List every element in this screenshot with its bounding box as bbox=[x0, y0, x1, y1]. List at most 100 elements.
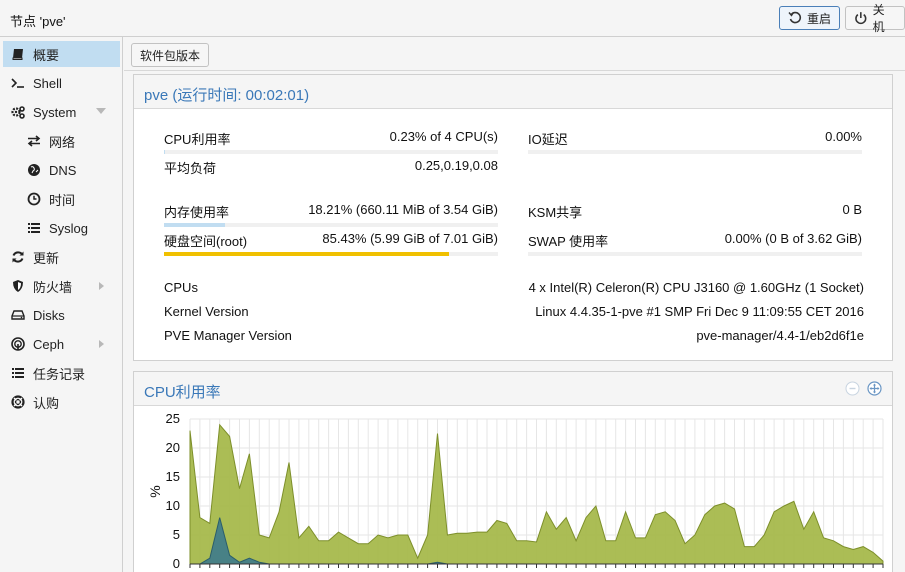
cogs-icon bbox=[11, 106, 25, 119]
kernel-version-label: Kernel Version bbox=[164, 304, 249, 319]
load-average-value: 0.25,0.19,0.08 bbox=[414, 158, 498, 173]
cpu-usage-row: CPU利用率 0.23% of 4 CPU(s) bbox=[164, 129, 498, 155]
restore-zoom-icon[interactable] bbox=[867, 381, 882, 396]
cpus-label: CPUs bbox=[164, 280, 198, 295]
pve-version-value: pve-manager/4.4-1/eb2d6f1e bbox=[696, 328, 864, 343]
disk-usage-label: 硬盘空间(root) bbox=[164, 234, 248, 249]
cpu-usage-bar bbox=[164, 150, 498, 154]
shutdown-button[interactable]: 关机 bbox=[845, 3, 905, 34]
ksm-sharing-row: KSM共享 0 B bbox=[528, 202, 862, 222]
load-average-label: 平均负荷 bbox=[164, 161, 217, 176]
disk-usage-bar bbox=[164, 252, 498, 256]
sidebar-item-subscription[interactable]: 认购 bbox=[3, 389, 120, 415]
support-icon bbox=[11, 395, 25, 409]
node-title: 节点 'pve' bbox=[10, 14, 66, 29]
node-header: 节点 'pve' 重启 关机 bbox=[0, 0, 905, 37]
y-tick-label: 15 bbox=[166, 469, 180, 484]
ksm-sharing-label: KSM共享 bbox=[528, 205, 583, 220]
y-tick-label: 25 bbox=[166, 411, 180, 426]
reboot-button[interactable]: 重启 bbox=[779, 6, 841, 30]
cpu-chart-title: CPU利用率 bbox=[144, 384, 221, 401]
kernel-version-row: Kernel Version Linux 4.4.35-1-pve #1 SMP… bbox=[164, 304, 864, 322]
sidebar-item-task-history[interactable]: 任务记录 bbox=[3, 360, 120, 386]
y-tick-label: 20 bbox=[166, 440, 180, 455]
sidebar-item-disks[interactable]: Disks bbox=[3, 302, 120, 328]
sidebar-item-label: System bbox=[33, 104, 77, 120]
sidebar-item-time[interactable]: 时间 bbox=[3, 186, 120, 212]
swap-usage-row: SWAP 使用率 0.00% (0 B of 3.62 GiB) bbox=[528, 231, 862, 257]
chevron-down-icon[interactable] bbox=[96, 108, 106, 114]
disk-usage-bar-fill bbox=[164, 252, 450, 256]
sidebar-item-label: 任务记录 bbox=[33, 366, 86, 382]
sidebar-item-shell[interactable]: Shell bbox=[3, 70, 120, 96]
pve-version-row: PVE Manager Version pve-manager/4.4-1/eb… bbox=[164, 328, 864, 346]
disk-usage-row: 硬盘空间(root) 85.43% (5.99 GiB of 7.01 GiB) bbox=[164, 231, 498, 257]
memory-usage-row: 内存使用率 18.21% (660.11 MiB of 3.54 GiB) bbox=[164, 202, 498, 228]
list-icon bbox=[12, 368, 24, 378]
status-panel-title: pve (运行时间: 00:02:01) bbox=[144, 87, 310, 104]
sidebar-item-network[interactable]: 网络 bbox=[3, 128, 120, 154]
cpu-usage-bar-fill bbox=[164, 150, 165, 154]
io-delay-bar bbox=[528, 150, 862, 154]
y-tick-label: 5 bbox=[173, 527, 180, 542]
node-nav-sidebar: 概要 Shell System 网络 DNS 时间 Syslog 更新 防火墙 … bbox=[0, 37, 123, 572]
sidebar-item-syslog[interactable]: Syslog bbox=[3, 215, 120, 241]
sidebar-item-label: 概要 bbox=[33, 47, 60, 63]
sidebar-item-dns[interactable]: DNS bbox=[3, 157, 120, 183]
memory-usage-bar bbox=[164, 223, 498, 227]
restart-icon bbox=[788, 11, 802, 24]
shutdown-label: 关机 bbox=[872, 3, 885, 34]
sidebar-item-label: 认购 bbox=[33, 395, 60, 411]
pve-version-label: PVE Manager Version bbox=[164, 328, 292, 343]
y-axis-label: % bbox=[147, 485, 163, 497]
sidebar-item-label: 网络 bbox=[49, 134, 76, 150]
zoom-out-icon[interactable] bbox=[845, 381, 860, 396]
cpus-row: CPUs 4 x Intel(R) Celeron(R) CPU J3160 @… bbox=[164, 280, 864, 298]
cpu-chart-panel: CPU利用率 0 5 10 15 20 25% bbox=[133, 371, 893, 572]
ceph-icon bbox=[11, 337, 25, 351]
memory-usage-bar-fill bbox=[164, 223, 225, 227]
sidebar-item-label: DNS bbox=[49, 162, 77, 178]
memory-usage-value: 18.21% (660.11 MiB of 3.54 GiB) bbox=[308, 202, 498, 217]
cpu-usage-value: 0.23% of 4 CPU(s) bbox=[389, 129, 498, 144]
clock-icon bbox=[27, 192, 41, 206]
sidebar-item-label: Disks bbox=[33, 307, 65, 323]
kernel-version-value: Linux 4.4.35-1-pve #1 SMP Fri Dec 9 11:0… bbox=[535, 304, 864, 319]
sidebar-item-label: 防火墙 bbox=[33, 279, 73, 295]
sidebar-item-updates[interactable]: 更新 bbox=[3, 244, 120, 270]
book-icon bbox=[12, 49, 23, 60]
memory-usage-label: 内存使用率 bbox=[164, 205, 230, 220]
io-delay-row: IO延迟 0.00% bbox=[528, 129, 862, 155]
y-tick-label: 0 bbox=[173, 556, 180, 571]
cpu-usage-chart[interactable]: 0 5 10 15 20 25% bbox=[134, 407, 892, 572]
sidebar-item-label: Syslog bbox=[49, 220, 89, 236]
chevron-right-icon[interactable] bbox=[99, 340, 104, 348]
swap-usage-label: SWAP 使用率 bbox=[528, 234, 609, 249]
node-status-panel: pve (运行时间: 00:02:01) CPU利用率 0.23% of 4 C… bbox=[133, 74, 893, 361]
sidebar-item-label: 时间 bbox=[49, 192, 76, 208]
sidebar-item-firewall[interactable]: 防火墙 bbox=[3, 273, 120, 299]
sidebar-item-label: 更新 bbox=[33, 250, 60, 266]
sidebar-item-label: Ceph bbox=[33, 336, 65, 352]
io-delay-value: 0.00% bbox=[825, 129, 862, 144]
status-panel-header: pve (运行时间: 00:02:01) bbox=[134, 75, 892, 109]
sidebar-item-ceph[interactable]: Ceph bbox=[3, 331, 120, 357]
shield-icon bbox=[13, 280, 23, 292]
hdd-icon bbox=[11, 310, 25, 320]
cpus-value: 4 x Intel(R) Celeron(R) CPU J3160 @ 1.60… bbox=[528, 280, 864, 295]
toolbar-divider bbox=[124, 70, 905, 71]
reboot-label: 重启 bbox=[807, 11, 832, 26]
sidebar-item-system[interactable]: System bbox=[3, 99, 120, 125]
globe-icon bbox=[28, 164, 40, 176]
refresh-icon bbox=[12, 251, 24, 263]
disk-usage-value: 85.43% (5.99 GiB of 7.01 GiB) bbox=[322, 231, 498, 246]
package-versions-button[interactable]: 软件包版本 bbox=[131, 43, 210, 67]
list-icon bbox=[28, 223, 40, 233]
chevron-right-icon[interactable] bbox=[99, 282, 104, 290]
sidebar-item-summary[interactable]: 概要 bbox=[3, 41, 120, 67]
load-average-row: 平均负荷 0.25,0.19,0.08 bbox=[164, 158, 498, 178]
terminal-icon bbox=[11, 78, 24, 88]
ksm-sharing-value: 0 B bbox=[842, 202, 862, 217]
sidebar-item-label: Shell bbox=[33, 75, 62, 91]
cpu-chart-header: CPU利用率 bbox=[134, 372, 892, 406]
